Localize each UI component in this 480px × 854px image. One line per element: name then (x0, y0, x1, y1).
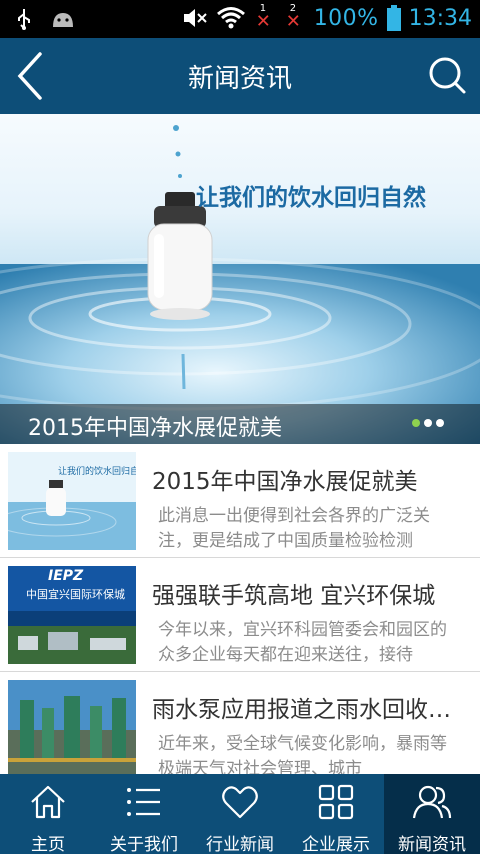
status-right: 1 ✕ 2 ✕ 100% 13:34 (182, 3, 472, 32)
tab-label: 新闻资讯 (398, 835, 466, 854)
mute-icon (183, 9, 207, 27)
tab-label: 关于我们 (110, 835, 178, 854)
tab-home[interactable]: 主页 (0, 774, 96, 854)
sim2-no-signal-icon: 2 ✕ (284, 3, 306, 32)
news-title: 雨水泵应用报道之雨水回收利用 (152, 697, 468, 723)
tab-label: 企业展示 (302, 835, 370, 854)
list-item[interactable]: 雨水泵应用报道之雨水回收利用 近年来，受全球气候变化影响，暴雨等极端天气对社会管… (0, 672, 480, 774)
carousel-indicator (412, 419, 444, 427)
people-icon (412, 785, 452, 819)
battery-percent: 100% (313, 5, 379, 31)
search-button[interactable] (426, 52, 470, 100)
thumb-slogan: 让我们的饮水回归自然 (58, 467, 136, 477)
tab-company-showcase[interactable]: 企业展示 (288, 774, 384, 854)
news-thumbnail (8, 680, 136, 774)
thumb-title: 中国宜兴国际环保城 (26, 588, 125, 601)
battery-icon (386, 5, 401, 31)
sim1-cross: ✕ (255, 11, 271, 32)
search-icon (429, 57, 466, 94)
list-icon (127, 788, 160, 816)
sim2-cross: ✕ (285, 11, 301, 32)
tab-label: 主页 (31, 835, 65, 854)
android-icon (53, 13, 73, 27)
news-description: 此消息一出便得到社会各界的广泛关注，更是结成了中国质量检验检测 (158, 506, 430, 551)
tab-about-us[interactable]: 关于我们 (96, 774, 192, 854)
list-item[interactable]: 让我们的饮水回归自然 2015年中国净水展促就美 此消息一出便得到社会各界的广泛… (0, 444, 480, 558)
grid-icon (318, 784, 354, 820)
carousel-dot[interactable] (412, 419, 420, 427)
news-thumbnail: IEPZ 中国宜兴国际环保城 (8, 566, 136, 664)
banner-carousel[interactable]: 让我们的饮水回归自然 2015年中国净水展促就美 (0, 114, 480, 444)
app-screen: 1 ✕ 2 ✕ 100% 13:34 新闻资讯 让我们的饮水回归自然 2015年… (0, 0, 480, 854)
list-item[interactable]: IEPZ 中国宜兴国际环保城 强强联手筑高地 宜兴环保城 今年以来，宜兴环科园管… (0, 558, 480, 672)
page-title: 新闻资讯 (187, 64, 292, 94)
carousel-dot[interactable] (436, 419, 444, 427)
news-thumbnail: 让我们的饮水回归自然 (8, 452, 136, 550)
news-description: 今年以来，宜兴环科园管委会和园区的众多企业每天都在迎来送往，接待 (158, 620, 447, 665)
home-icon (31, 785, 65, 819)
wifi-icon (216, 7, 245, 29)
title-bar: 新闻资讯 (0, 38, 480, 114)
thumb-badge: IEPZ (48, 568, 84, 584)
news-title: 2015年中国净水展促就美 (152, 469, 418, 495)
pump-station-thumb-image (8, 680, 136, 774)
tab-label: 行业新闻 (206, 835, 274, 854)
usb-icon (18, 9, 30, 30)
sim1-no-signal-icon: 1 ✕ (254, 3, 276, 32)
tab-industry-news[interactable]: 行业新闻 (192, 774, 288, 854)
banner-slogan: 让我们的饮水回归自然 (196, 185, 426, 210)
heart-icon (222, 786, 258, 819)
news-description: 近年来，受全球气候变化影响，暴雨等极端天气对社会管理、城市 (158, 734, 447, 774)
status-left (16, 8, 76, 30)
banner-caption: 2015年中国净水展促就美 (28, 416, 282, 441)
banner-image (0, 125, 480, 444)
news-title: 强强联手筑高地 宜兴环保城 (152, 583, 436, 609)
bottom-tab-bar: 主页 关于我们 行业新闻 企业展示 新闻资讯 (0, 774, 480, 854)
status-bar: 1 ✕ 2 ✕ 100% 13:34 (0, 0, 480, 38)
news-list: 让我们的饮水回归自然 2015年中国净水展促就美 此消息一出便得到社会各界的广泛… (0, 444, 480, 774)
clock: 13:34 (408, 5, 472, 31)
tab-news-info[interactable]: 新闻资讯 (384, 774, 480, 854)
carousel-dot[interactable] (424, 419, 432, 427)
banner-caption-bar: 2015年中国净水展促就美 (0, 404, 480, 444)
